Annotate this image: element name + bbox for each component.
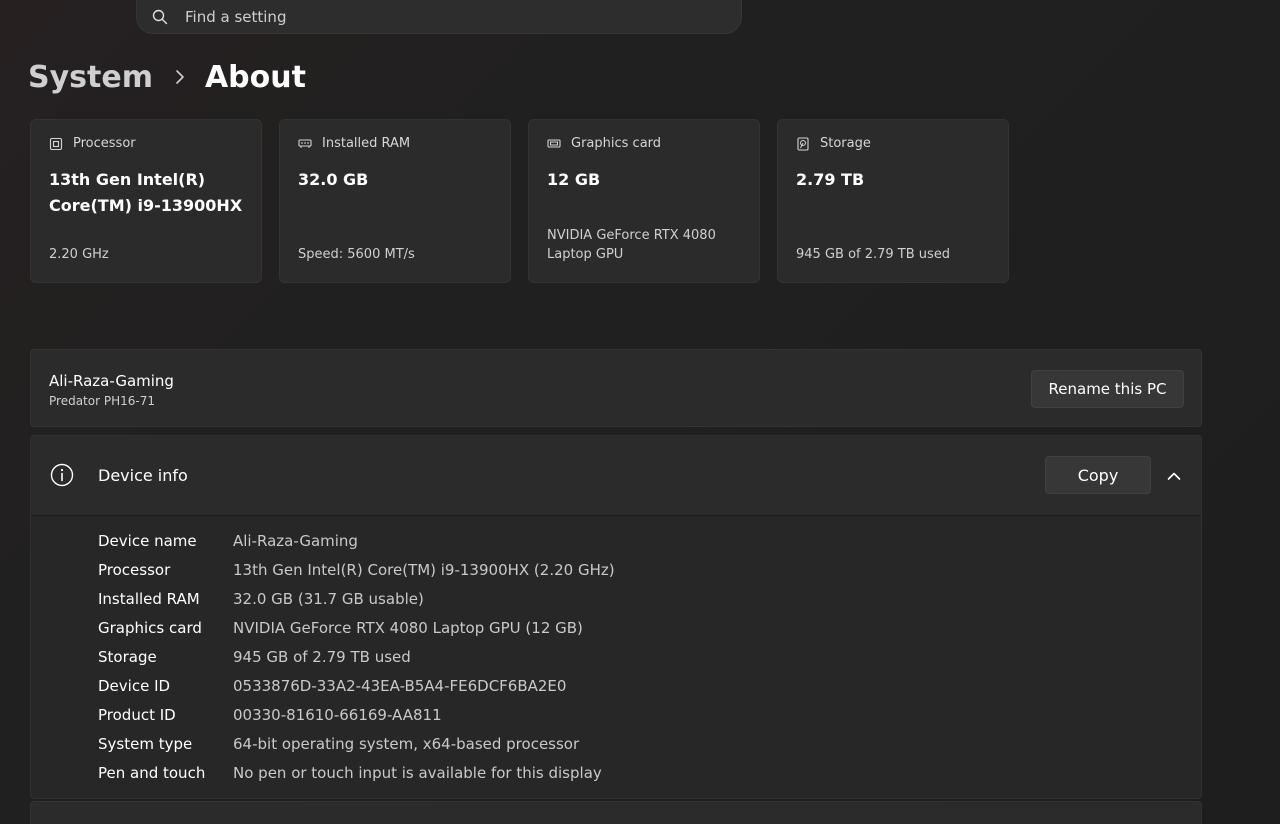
settings-window: System About Processor 13th Gen Intel(R)…: [0, 0, 1280, 824]
device-info-panel: Device info Copy Device name Ali-Raza-Gam…: [30, 435, 1202, 799]
spec-key: Product ID: [98, 705, 176, 724]
spec-key: Device name: [98, 531, 197, 550]
spec-value: Ali-Raza-Gaming: [233, 531, 358, 550]
spec-row: System type 64-bit operating system, x64-…: [98, 729, 615, 758]
page-title: About: [204, 59, 306, 95]
storage-icon: [796, 136, 810, 151]
graphics-card: Graphics card 12 GB NVIDIA GeForce RTX 4…: [528, 119, 760, 283]
spec-key: Pen and touch: [98, 763, 206, 782]
breadcrumb-system-link[interactable]: System: [28, 60, 153, 95]
storage-card: Storage 2.79 TB 945 GB of 2.79 TB used: [777, 119, 1009, 283]
search-input[interactable]: [183, 6, 707, 27]
spec-key: Graphics card: [98, 618, 202, 637]
card-title: Processor: [73, 136, 136, 151]
card-subtext: 2.20 GHz: [49, 247, 109, 262]
spec-row: Device name Ali-Raza-Gaming: [98, 526, 615, 555]
chevron-up-icon[interactable]: [1162, 464, 1186, 488]
next-section-panel: [30, 801, 1202, 824]
spec-key: Device ID: [98, 676, 171, 695]
card-subtext: NVIDIA GeForce RTX 4080 Laptop GPU: [547, 228, 716, 262]
pc-name-panel: Ali-Raza-Gaming Predator PH16-71 Rename …: [30, 349, 1202, 427]
spec-value: 32.0 GB (31.7 GB usable): [233, 589, 424, 608]
spec-row: Processor 13th Gen Intel(R) Core(TM) i9-1…: [98, 555, 615, 584]
spec-row: Device ID 0533876D-33A2-43EA-B5A4-FE6DCF6…: [98, 671, 615, 700]
device-info-header[interactable]: Device info Copy: [31, 436, 1201, 516]
spec-key: System type: [98, 734, 193, 753]
spec-value: No pen or touch input is available for t…: [233, 763, 602, 782]
spec-row: Pen and touch No pen or touch input is av…: [98, 758, 615, 787]
card-subtext: 945 GB of 2.79 TB used: [796, 247, 951, 262]
card-title: Installed RAM: [322, 136, 411, 151]
processor-card: Processor 13th Gen Intel(R) Core(TM) i9-…: [30, 119, 262, 283]
spec-row: Installed RAM 32.0 GB (31.7 GB usable): [98, 584, 615, 613]
card-subtext: Speed: 5600 MT/s: [298, 247, 415, 262]
card-value: 32.0 GB: [298, 170, 369, 189]
copy-button[interactable]: Copy: [1045, 456, 1151, 494]
pc-name: Ali-Raza-Gaming: [49, 372, 174, 390]
spec-key: Storage: [98, 647, 157, 666]
card-value: 12 GB: [547, 170, 601, 189]
spec-key: Installed RAM: [98, 589, 200, 608]
spec-value: 0533876D-33A2-43EA-B5A4-FE6DCF6BA2E0: [233, 676, 567, 695]
info-icon: [50, 463, 74, 487]
spec-key: Processor: [98, 560, 171, 579]
spec-row: Product ID 00330-81610-66169-AA811: [98, 700, 615, 729]
device-info-title: Device info: [98, 466, 188, 485]
graphics-card-icon: [547, 137, 561, 151]
spec-value: 945 GB of 2.79 TB used: [233, 647, 411, 666]
spec-row: Storage 945 GB of 2.79 TB used: [98, 642, 615, 671]
spec-value: 64-bit operating system, x64-based proce…: [233, 734, 580, 753]
rename-pc-button[interactable]: Rename this PC: [1031, 370, 1184, 408]
card-title: Graphics card: [571, 136, 662, 151]
pc-model: Predator PH16-71: [49, 394, 155, 408]
card-title: Storage: [820, 136, 871, 151]
card-value: 2.79 TB: [796, 170, 865, 189]
spec-value: 00330-81610-66169-AA811: [233, 705, 442, 724]
search-box[interactable]: [136, 0, 742, 34]
breadcrumb: System About: [28, 55, 306, 99]
card-value: 13th Gen Intel(R) Core(TM) i9-13900HX: [49, 170, 243, 215]
ram-icon: [298, 137, 312, 151]
processor-icon: [49, 137, 63, 151]
spec-cards: Processor 13th Gen Intel(R) Core(TM) i9-…: [30, 119, 1009, 283]
spec-row: Graphics card NVIDIA GeForce RTX 4080 Lap…: [98, 613, 615, 642]
ram-card: Installed RAM 32.0 GB Speed: 5600 MT/s: [279, 119, 511, 283]
search-icon: [151, 8, 169, 26]
chevron-right-icon: [173, 67, 187, 87]
spec-value: 13th Gen Intel(R) Core(TM) i9-13900HX (2…: [233, 560, 615, 579]
device-specs-list: Device name Ali-Raza-Gaming Processor 13th…: [98, 526, 615, 787]
spec-value: NVIDIA GeForce RTX 4080 Laptop GPU (12 G…: [233, 618, 583, 637]
